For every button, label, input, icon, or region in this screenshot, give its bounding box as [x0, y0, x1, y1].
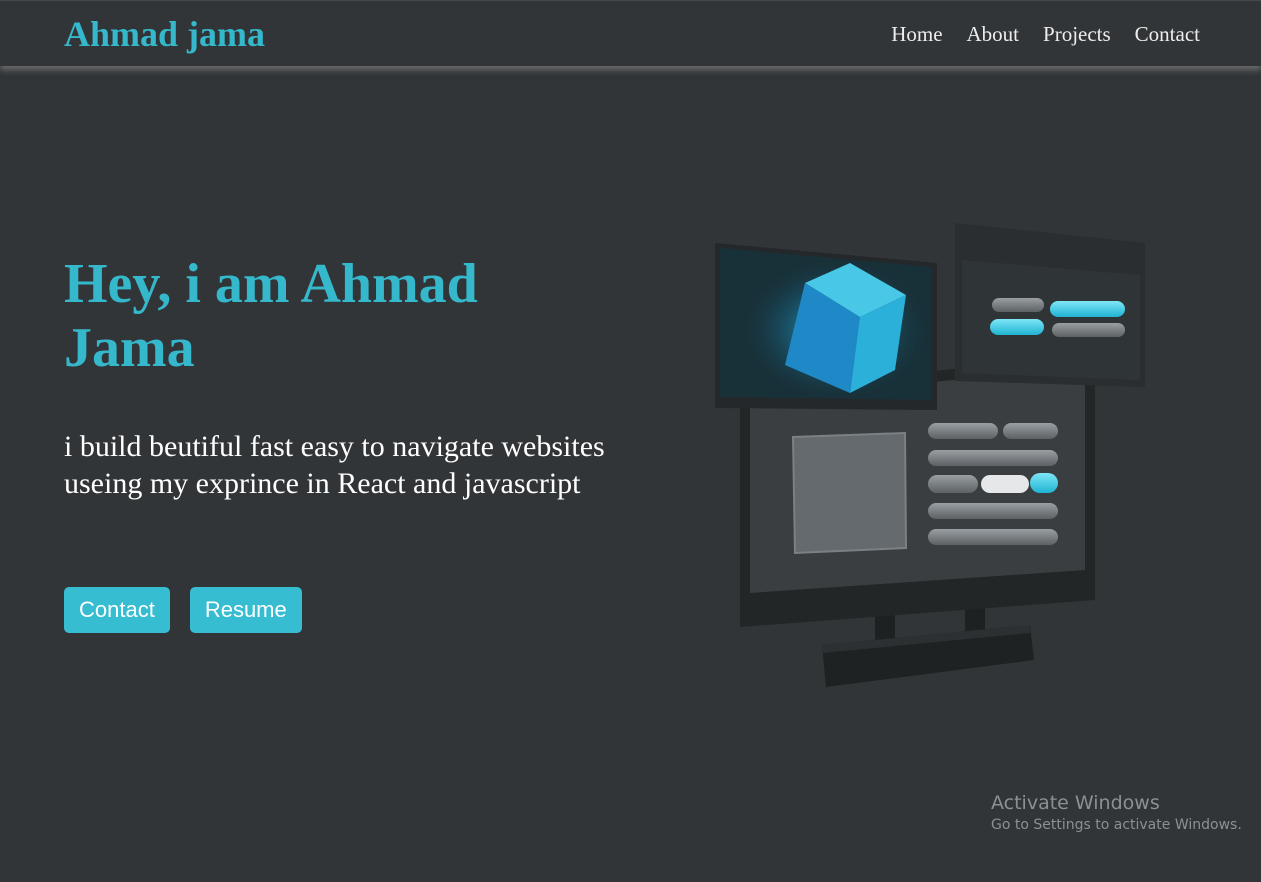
nav-link-contact[interactable]: Contact	[1135, 21, 1200, 47]
nav-link-projects[interactable]: Projects	[1043, 21, 1111, 47]
brand-logo[interactable]: Ahmad jama	[64, 13, 265, 55]
hero-subtitle: i build beutiful fast easy to navigate w…	[64, 430, 605, 500]
watermark-subtitle: Go to Settings to activate Windows.	[991, 817, 1242, 833]
resume-button[interactable]: Resume	[189, 587, 302, 633]
watermark-title: Activate Windows	[991, 792, 1160, 814]
contact-button[interactable]: Contact	[64, 587, 170, 633]
activate-windows-watermark: Activate Windows Go to Settings to activ…	[991, 791, 1242, 835]
hero-buttons: Contact Resume	[64, 587, 302, 633]
monitor-illustration-icon	[700, 215, 1160, 695]
nav-links: Home About Projects Contact	[891, 21, 1200, 47]
hero-title: Hey, i am Ahmad Jama	[64, 253, 478, 379]
nav-link-about[interactable]: About	[967, 21, 1020, 47]
nav-link-home[interactable]: Home	[891, 21, 942, 47]
navbar: Ahmad jama Home About Projects Contact	[0, 0, 1261, 66]
